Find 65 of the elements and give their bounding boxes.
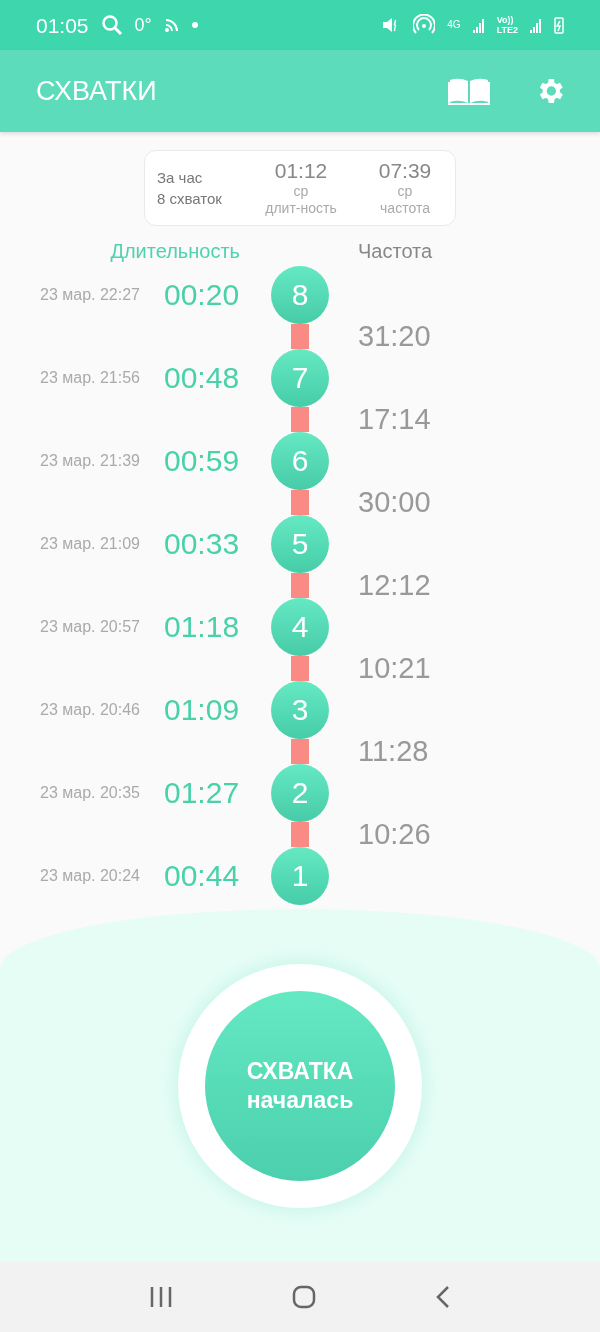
contraction-time: 23 мар. 20:24: [39, 867, 140, 885]
contraction-interval: 10:21: [358, 656, 431, 681]
connector: [291, 573, 309, 598]
stat-label: частота: [380, 200, 430, 217]
contraction-duration: 00:48: [164, 361, 241, 395]
contraction-number[interactable]: 3: [271, 681, 329, 739]
column-header[interactable]: Частота: [358, 239, 433, 262]
contraction-time: 23 мар. 22:27: [39, 286, 140, 304]
contraction-time: 23 мар. 21:09: [39, 535, 140, 553]
contraction-number[interactable]: 6: [271, 432, 329, 490]
stat-value: 01:12: [274, 159, 328, 183]
home-icon[interactable]: [292, 1285, 316, 1309]
stat-label: длит-ность: [265, 200, 337, 217]
contraction-interval: 17:14: [358, 407, 431, 432]
contraction-duration: 00:33: [164, 527, 241, 561]
search-icon: [100, 14, 123, 36]
recents-icon[interactable]: [149, 1286, 174, 1308]
column-header[interactable]: Длительность: [110, 239, 240, 263]
contraction-number[interactable]: 2: [271, 764, 329, 822]
app-title: СХВАТКИ: [36, 75, 158, 107]
contraction-number[interactable]: 7: [271, 349, 329, 407]
contraction-time: 23 мар. 20:35: [39, 784, 140, 802]
contraction-number[interactable]: 5: [271, 515, 329, 573]
stat-value: 07:39: [378, 159, 432, 183]
connector: [291, 324, 309, 349]
contraction-duration: 01:09: [164, 693, 241, 727]
connector: [291, 822, 309, 847]
stat-label: ср: [397, 183, 413, 200]
contraction-number[interactable]: 4: [271, 598, 329, 656]
contraction-duration: 01:18: [164, 610, 241, 644]
rss-icon: [163, 17, 180, 33]
contraction-time: 23 мар. 20:57: [39, 618, 140, 636]
connector: [291, 407, 309, 432]
signal-icon: [530, 17, 542, 33]
period-label: За час: [157, 169, 204, 186]
lte-label: LTE2: [496, 25, 518, 35]
connector: [291, 490, 309, 515]
contraction-duration: 00:20: [164, 278, 241, 312]
hotspot-icon: [413, 14, 436, 36]
contraction-duration: 00:44: [164, 859, 241, 893]
dot-icon: [191, 22, 198, 28]
connector: [291, 656, 309, 681]
clock: 01:05: [36, 14, 89, 36]
network-type: 4G: [447, 20, 461, 30]
battery-icon: [554, 16, 564, 34]
contraction-interval: 10:26: [358, 822, 431, 847]
contraction-interval: 31:20: [358, 324, 431, 349]
volte-label: Vo)): [496, 15, 515, 25]
stat-label: ср: [293, 183, 309, 200]
contraction-number[interactable]: 8: [271, 266, 329, 324]
contraction-interval: 30:00: [358, 490, 431, 515]
contraction-interval: 12:12: [358, 573, 431, 598]
contraction-time: 23 мар. 21:56: [39, 369, 140, 387]
temperature: 0°: [134, 16, 152, 34]
start-button[interactable]: СХВАТКА началась: [205, 990, 395, 1181]
contraction-interval: 11:28: [358, 739, 429, 764]
contraction-number[interactable]: 1: [271, 847, 329, 905]
back-icon[interactable]: [434, 1285, 451, 1309]
signal-icon: [472, 17, 485, 33]
contraction-duration: 01:27: [164, 776, 241, 810]
contraction-duration: 00:59: [164, 444, 241, 478]
connector: [291, 739, 309, 764]
count-label: 8 схваток: [157, 190, 223, 207]
contraction-time: 23 мар. 20:46: [39, 701, 140, 719]
contraction-time: 23 мар. 21:39: [39, 452, 140, 470]
